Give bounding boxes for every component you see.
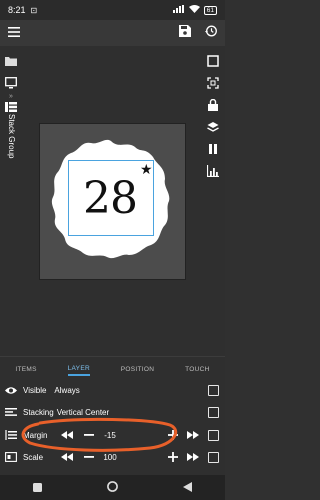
visible-checkbox[interactable] [208,384,219,396]
battery-icon: 61 [203,5,217,15]
left-tool-strip: » Stack Group [0,46,22,354]
property-tabs: ITEMS LAYER POSITION TOUCH [0,362,225,376]
margin-fast-forward-icon[interactable] [186,428,200,442]
tab-items[interactable]: ITEMS [15,364,36,375]
top-toolbar [0,20,225,46]
lock-icon[interactable] [206,98,220,112]
stacking-label: Stacking [23,407,54,417]
android-nav-bar [0,475,225,500]
scale-fast-forward-icon[interactable] [186,450,200,464]
eye-icon [4,386,18,395]
scale-value[interactable]: 100 [99,450,121,464]
stack-group-label: Stack Group [7,114,16,159]
chart-icon[interactable] [206,164,220,178]
scale-icon [4,452,18,462]
square-outline-icon[interactable] [206,54,220,68]
wifi-icon [188,5,200,15]
visible-label: Visible [23,385,47,395]
monitor-icon[interactable] [4,76,18,90]
stacking-icon [4,408,18,416]
tab-position[interactable]: POSITION [121,364,154,375]
app-root: 8:21 ⊡ 61 » Stack Group 28 ★ ITEMS LAYER… [0,0,225,500]
scale-fast-rewind-icon[interactable] [60,450,74,464]
margin-label: Margin [23,430,48,440]
stacking-checkbox[interactable] [208,406,219,418]
battery-level: 61 [206,6,214,14]
status-time: 8:21 [8,5,26,15]
margin-icon [4,430,18,440]
scale-label: Scale [23,452,44,462]
margin-minus-icon[interactable] [83,428,95,442]
home-icon[interactable] [107,479,118,497]
menu-icon[interactable] [8,24,20,42]
panel-divider [0,356,225,357]
save-icon[interactable] [179,24,191,42]
history-icon[interactable] [205,24,217,42]
status-bar: 8:21 ⊡ 61 [0,0,225,20]
scale-checkbox[interactable] [208,451,219,463]
signal-icon [172,5,185,15]
star-icon: ★ [140,161,153,177]
margin-checkbox[interactable] [208,429,219,441]
layers-icon[interactable] [206,120,220,134]
pause-icon[interactable] [206,142,220,156]
fit-screen-icon[interactable] [206,76,220,90]
folder-icon[interactable] [4,54,18,68]
stack-group-icon[interactable] [4,100,18,114]
tab-touch[interactable]: TOUCH [185,364,210,375]
scale-minus-icon[interactable] [83,450,95,464]
status-icons: 61 [172,5,217,15]
visible-row: Visible Always [0,379,225,401]
margin-value[interactable]: -15 [100,428,120,442]
tab-layer[interactable]: LAYER [67,363,90,376]
stacking-value[interactable]: Vertical Center [57,408,109,417]
recents-icon[interactable] [32,479,42,497]
margin-plus-icon[interactable] [167,428,179,442]
back-icon[interactable] [183,479,193,497]
scale-row: Scale 100 [0,446,225,468]
stacking-row: Stacking Vertical Center [0,401,225,423]
visible-value[interactable]: Always [54,386,79,395]
margin-row: Margin -15 [0,424,225,446]
notification-icon: ⊡ [30,5,38,15]
badge-number: 28 [83,172,138,224]
margin-fast-rewind-icon[interactable] [60,428,74,442]
scale-plus-icon[interactable] [167,450,179,464]
right-tool-strip [202,46,225,354]
